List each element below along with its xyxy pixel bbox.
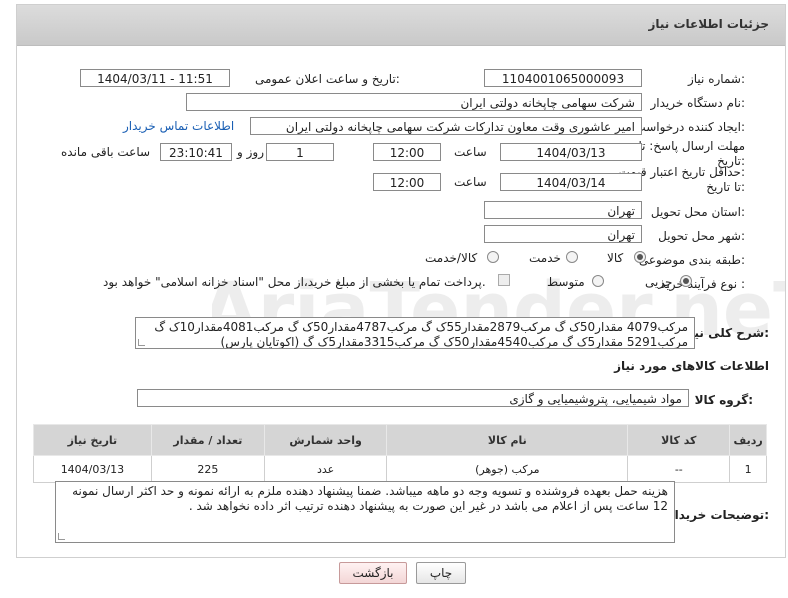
province-field: تهران	[484, 201, 642, 219]
validity-date-field: 1404/03/14	[500, 173, 642, 191]
buyer-contact-link[interactable]: اطلاعات تماس خریدار	[123, 119, 234, 133]
deadline-time-label: ساعت	[454, 145, 487, 159]
remaining-days-field: 1	[266, 143, 334, 161]
resize-grip-icon[interactable]	[138, 339, 145, 346]
deadline-date-field: 1404/03/13	[500, 143, 642, 161]
announce-label: تاریخ و ساعت اعلان عمومی:	[255, 72, 400, 86]
deadline-time-field: 12:00	[373, 143, 441, 161]
buyer-notes-text: هزینه حمل بعهده فروشنده و تسویه وجه دو م…	[72, 484, 668, 513]
need-details-panel: جزئیات اطلاعات نیاز AriaTender.neT شماره…	[16, 4, 786, 558]
validity-time-field: 12:00	[373, 173, 441, 191]
cell-row: 1	[729, 455, 767, 483]
treasury-payment-note: پرداخت تمام یا بخشی از مبلغ خرید،از محل …	[103, 275, 486, 289]
table-row: 1 -- مرکب (جوهر) عدد 225 1404/03/13	[33, 455, 767, 483]
back-button[interactable]: بازگشت	[339, 562, 407, 584]
col-unit: واحد شمارش	[263, 424, 388, 456]
remaining-time-label: ساعت باقی مانده	[61, 145, 151, 159]
deadline-label-line1: مهلت ارسال پاسخ: تا	[638, 139, 745, 153]
category-option-both: کالا/خدمت	[425, 251, 478, 265]
col-name: نام کالا	[386, 424, 629, 456]
validity-time-label: ساعت	[454, 175, 487, 189]
process-label: نوع فرآیند خرید :	[660, 277, 745, 291]
buyer-notes-textarea[interactable]: هزینه حمل بعهده فروشنده و تسویه وجه دو م…	[55, 481, 675, 543]
panel-titlebar: جزئیات اطلاعات نیاز	[17, 5, 785, 46]
goods-group-field: مواد شیمیایی، پتروشیمیایی و گازی	[137, 389, 689, 407]
category-option-service: خدمت	[529, 251, 561, 265]
creator-label: ایجاد کننده درخواست:	[634, 120, 745, 134]
cell-name: مرکب (جوهر)	[386, 455, 629, 483]
category-radio-both[interactable]	[487, 251, 499, 263]
cell-unit: عدد	[263, 455, 388, 483]
validity-label-line2: تا تاریخ:	[706, 180, 745, 194]
process-option-minor: جزیی	[645, 275, 673, 289]
process-option-medium: متوسط	[547, 275, 585, 289]
days-label: روز و	[237, 145, 264, 159]
goods-table-header: ردیف کد کالا نام کالا واحد شمارش تعداد /…	[33, 424, 767, 456]
category-option-goods: کالا	[607, 251, 624, 265]
announce-field: 1404/03/11 - 11:51	[80, 69, 230, 87]
col-qty: تعداد / مقدار	[150, 424, 265, 456]
panel-title: جزئیات اطلاعات نیاز	[648, 17, 769, 31]
need-number-label: شماره نیاز:	[687, 72, 745, 86]
col-code: کد کالا	[627, 424, 731, 456]
col-date: تاریخ نیاز	[33, 424, 152, 456]
creator-field: امیر عاشوری وقت معاون تدارکات شرکت سهامی…	[250, 117, 642, 135]
cell-date: 1404/03/13	[33, 455, 152, 483]
general-desc-text: مرکب4079 مقدار50ک گ مرکب2879مقدار55ک گ م…	[154, 320, 688, 349]
goods-section-title: اطلاعات کالاهای مورد نیاز	[614, 359, 769, 373]
city-label: شهر محل تحویل:	[658, 229, 745, 243]
treasury-payment-checkbox[interactable]	[498, 274, 510, 286]
buyer-notes-label: توضیحات خریدار:	[667, 508, 769, 522]
buyer-org-field: شرکت سهامی چاپخانه دولتی ایران	[186, 93, 642, 111]
goods-group-label: گروه کالا:	[694, 393, 753, 407]
cell-code: --	[627, 455, 731, 483]
buyer-org-label: نام دستگاه خریدار:	[650, 96, 746, 110]
goods-table: ردیف کد کالا نام کالا واحد شمارش تعداد /…	[33, 424, 767, 483]
category-radio-service[interactable]	[566, 251, 578, 263]
category-label: طبقه بندی موضوعی:	[638, 253, 745, 267]
general-desc-textarea[interactable]: مرکب4079 مقدار50ک گ مرکب2879مقدار55ک گ م…	[135, 317, 695, 349]
province-label: استان محل تحویل:	[650, 205, 745, 219]
process-radio-medium[interactable]	[592, 275, 604, 287]
city-field: تهران	[484, 225, 642, 243]
category-radio-goods[interactable]	[634, 251, 646, 263]
cell-qty: 225	[150, 455, 265, 483]
print-button[interactable]: چاپ	[416, 562, 466, 584]
general-desc-label: شرح کلی نیاز:	[683, 326, 769, 340]
remaining-time-field: 23:10:41	[160, 143, 232, 161]
process-radio-minor[interactable]	[680, 275, 692, 287]
resize-grip-icon[interactable]	[58, 533, 65, 540]
need-number-field: 1104001065000093	[484, 69, 642, 87]
col-row: ردیف	[729, 424, 767, 456]
